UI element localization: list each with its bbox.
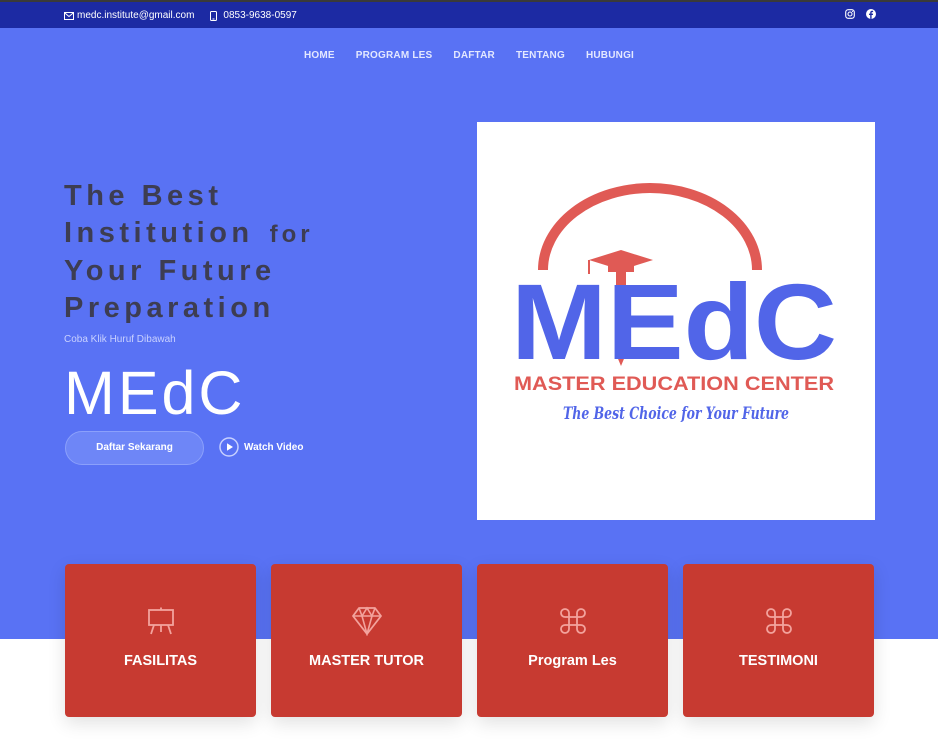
- register-now-button[interactable]: Daftar Sekarang: [65, 431, 204, 465]
- command-icon: [765, 608, 792, 634]
- logo-letters: MEdC: [511, 261, 837, 382]
- card-label: TESTIMONI: [739, 653, 818, 669]
- diamond-icon: [351, 606, 382, 636]
- card-master-tutor[interactable]: MASTER TUTOR: [271, 564, 462, 717]
- headline-word-institution: Institution: [64, 217, 254, 249]
- main-nav: HOME PROGRAM LES DAFTAR TENTANG HUBUNGI: [0, 50, 938, 61]
- envelope-icon: [64, 11, 74, 20]
- social-links: [834, 9, 876, 19]
- hero-section: HOME PROGRAM LES DAFTAR TENTANG HUBUNGI …: [0, 28, 938, 639]
- nav-hubungi[interactable]: HUBUNGI: [586, 50, 634, 61]
- contact-info: medc.institute@gmail.com 0853-9638-0597: [64, 10, 313, 21]
- email-link[interactable]: medc.institute@gmail.com: [64, 10, 194, 21]
- instagram-icon[interactable]: [845, 9, 855, 19]
- logo-panel: MEdC MASTER EDUCATION CENTER The Best Ch…: [477, 122, 875, 520]
- headline-line-2: Institution for: [64, 215, 394, 253]
- nav-home[interactable]: HOME: [304, 50, 335, 61]
- phone-text: 0853-9638-0597: [223, 10, 297, 21]
- command-icon: [559, 608, 586, 634]
- headline-line-4: Preparation: [64, 292, 275, 324]
- headline-line-1: The Best: [64, 180, 223, 212]
- card-testimoni[interactable]: TESTIMONI: [683, 564, 874, 717]
- card-label: Program Les: [528, 653, 617, 669]
- nav-daftar[interactable]: DAFTAR: [453, 50, 495, 61]
- card-label: FASILITAS: [123, 653, 198, 669]
- watch-video-button[interactable]: Watch Video: [219, 437, 303, 457]
- nav-program-les[interactable]: PROGRAM LES: [356, 50, 433, 61]
- logo-arc: [538, 183, 762, 271]
- mobile-phone-icon: [210, 10, 218, 21]
- hero-headline: The Best Institution for Your Future Prep…: [64, 178, 394, 327]
- play-circle-icon: [219, 437, 239, 457]
- card-program-les[interactable]: Program Les: [477, 564, 668, 717]
- nav-tentang[interactable]: TENTANG: [516, 50, 565, 61]
- email-text: medc.institute@gmail.com: [77, 10, 195, 21]
- feature-cards: FASILITAS MASTER TUTOR Program Les TESTI…: [65, 564, 875, 717]
- card-label: MASTER TUTOR: [309, 653, 424, 669]
- top-bar: medc.institute@gmail.com 0853-9638-0597: [0, 0, 938, 28]
- easel-icon: [147, 607, 174, 635]
- watch-video-label: Watch Video: [244, 441, 304, 453]
- hero-big-word[interactable]: MEdC: [64, 358, 245, 428]
- phone-link[interactable]: 0853-9638-0597: [210, 10, 297, 21]
- facebook-icon[interactable]: [866, 9, 876, 19]
- logo-name: MASTER EDUCATION CENTER: [514, 373, 834, 395]
- headline-line-3: Your Future: [64, 255, 276, 287]
- logo-tagline: The Best Choice for Your Future: [563, 404, 789, 424]
- medc-logo: MEdC MASTER EDUCATION CENTER The Best Ch…: [511, 183, 837, 424]
- hero-hint: Coba Klik Huruf Dibawah: [64, 334, 176, 345]
- card-fasilitas[interactable]: FASILITAS: [65, 564, 256, 717]
- headline-word-for: for: [269, 221, 314, 248]
